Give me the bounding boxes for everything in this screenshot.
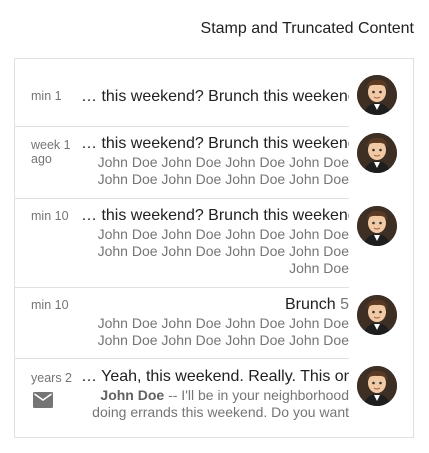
item-title: … Yeah, this weekend. Really. This one xyxy=(81,368,349,385)
item-title: … this weekend? Brunch this weekend xyxy=(81,88,349,105)
page-title: Stamp and Truncated Content xyxy=(200,20,414,37)
message-list: min 1 … this weekend? Brunch this weeken… xyxy=(14,58,414,438)
avatar-icon xyxy=(357,295,397,335)
timestamp: min 1 xyxy=(31,89,62,103)
list-item[interactable]: years 2 … Yeah, this weekend. Really. Th… xyxy=(15,359,413,438)
item-title: … this weekend? Brunch this weekend xyxy=(81,135,349,152)
list-item[interactable]: min 10 … this weekend? Brunch this weeke… xyxy=(15,199,413,287)
item-title: … this weekend? Brunch this weekend xyxy=(81,207,349,224)
timestamp: week 1 ago xyxy=(31,138,71,166)
avatar-icon xyxy=(357,133,397,173)
item-subtitle: John Doe -- I'll be in your neighborhood… xyxy=(81,387,349,421)
avatar-icon xyxy=(357,206,397,246)
item-subtitle: John Doe John Doe John Doe John Doe John… xyxy=(97,154,349,187)
timestamp: years 2 xyxy=(31,371,72,385)
item-title-text: Brunch xyxy=(284,296,336,313)
sender-name: John Doe xyxy=(100,387,165,403)
timestamp: min 10 xyxy=(31,209,69,223)
item-subtitle: John Doe John Doe John Doe John Doe John… xyxy=(97,226,349,276)
list-item[interactable]: week 1 ago … this weekend? Brunch this w… xyxy=(15,127,413,199)
avatar-icon xyxy=(357,366,397,406)
timestamp: min 10 xyxy=(31,298,69,312)
item-title: Brunch 5 xyxy=(81,295,349,315)
list-item[interactable]: min 1 … this weekend? Brunch this weeken… xyxy=(15,59,413,127)
item-subtitle: John Doe John Doe John Doe John Doe John… xyxy=(97,315,349,348)
avatar-icon xyxy=(357,75,397,115)
mail-icon xyxy=(33,392,53,413)
list-item[interactable]: min 10 Brunch 5 John Doe John Doe John D… xyxy=(15,288,413,358)
message-count: 5 xyxy=(340,296,349,313)
